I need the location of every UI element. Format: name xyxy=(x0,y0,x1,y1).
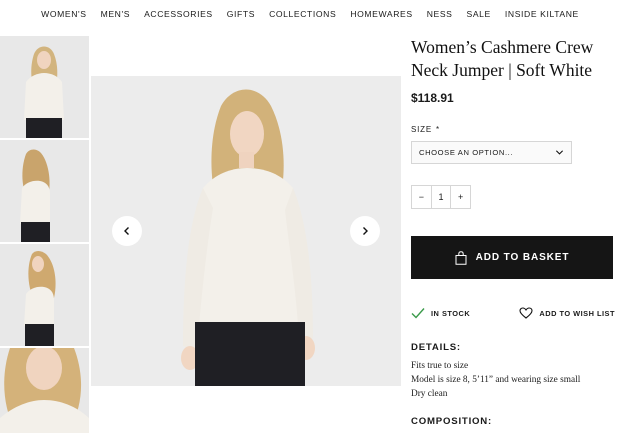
nav-collections[interactable]: COLLECTIONS xyxy=(262,9,343,19)
bag-icon xyxy=(455,250,467,265)
previous-image-button[interactable] xyxy=(112,216,142,246)
thumbnail-gallery xyxy=(0,36,89,433)
quantity-input[interactable]: 1 xyxy=(430,186,452,208)
size-label: SIZE * xyxy=(411,125,615,134)
details-line: Model is size 8, 5’11” and wearing size … xyxy=(411,375,581,385)
required-marker: * xyxy=(435,125,440,134)
quantity-stepper: − 1 + xyxy=(411,185,471,209)
quantity-decrease-button[interactable]: − xyxy=(412,186,431,208)
availability-row: IN STOCK ADD TO WISH LIST xyxy=(411,307,615,319)
stock-status: IN STOCK xyxy=(411,307,470,319)
thumbnail-side[interactable] xyxy=(0,244,89,346)
model-detail-image xyxy=(0,348,89,433)
details-heading: DETAILS: xyxy=(411,342,461,353)
heart-icon xyxy=(519,307,533,319)
thumbnail-back[interactable] xyxy=(0,140,89,242)
nav-gifts[interactable]: GIFTS xyxy=(220,9,262,19)
main-navigation: WOMEN'S MEN'S ACCESSORIES GIFTS COLLECTI… xyxy=(0,0,620,28)
product-price: $118.91 xyxy=(411,91,454,105)
model-side-image xyxy=(0,244,89,346)
add-to-basket-label: ADD TO BASKET xyxy=(475,252,570,263)
next-image-button[interactable] xyxy=(350,216,380,246)
nav-inside-kiltane[interactable]: INSIDE KILTANE xyxy=(498,9,586,19)
thumbnail-front[interactable] xyxy=(0,36,89,138)
quantity-increase-button[interactable]: + xyxy=(451,186,470,208)
size-label-text: SIZE xyxy=(411,125,432,134)
chevron-left-icon xyxy=(124,227,129,235)
add-to-wish-list-button[interactable]: ADD TO WISH LIST xyxy=(519,307,615,319)
size-select-value: CHOOSE AN OPTION... xyxy=(419,148,514,157)
chevron-down-icon xyxy=(555,150,564,155)
add-to-basket-button[interactable]: ADD TO BASKET xyxy=(411,236,613,279)
main-product-image xyxy=(91,76,401,386)
details-line: Fits true to size xyxy=(411,361,469,371)
nav-mens[interactable]: MEN'S xyxy=(94,9,137,19)
details-line: Dry clean xyxy=(411,389,448,399)
nav-accessories[interactable]: ACCESSORIES xyxy=(137,9,220,19)
details-list: Fits true to size Model is size 8, 5’11”… xyxy=(411,359,615,401)
product-title: Women’s Cashmere Crew Neck Jumper | Soft… xyxy=(411,37,594,80)
size-select[interactable]: CHOOSE AN OPTION... xyxy=(411,141,572,164)
check-icon xyxy=(411,308,425,319)
nav-ness[interactable]: NESS xyxy=(420,9,460,19)
add-to-wish-list-label: ADD TO WISH LIST xyxy=(539,308,615,318)
nav-womens[interactable]: WOMEN'S xyxy=(34,9,93,19)
product-info: Women’s Cashmere Crew Neck Jumper | Soft… xyxy=(411,36,615,427)
nav-sale[interactable]: SALE xyxy=(460,9,498,19)
chevron-right-icon xyxy=(363,227,368,235)
stock-status-label: IN STOCK xyxy=(431,308,471,318)
composition-heading: COMPOSITION: xyxy=(411,416,493,427)
model-front-image xyxy=(0,36,89,138)
nav-homewares[interactable]: HOMEWARES xyxy=(343,9,419,19)
thumbnail-detail[interactable] xyxy=(0,348,89,433)
model-back-image xyxy=(0,140,89,242)
